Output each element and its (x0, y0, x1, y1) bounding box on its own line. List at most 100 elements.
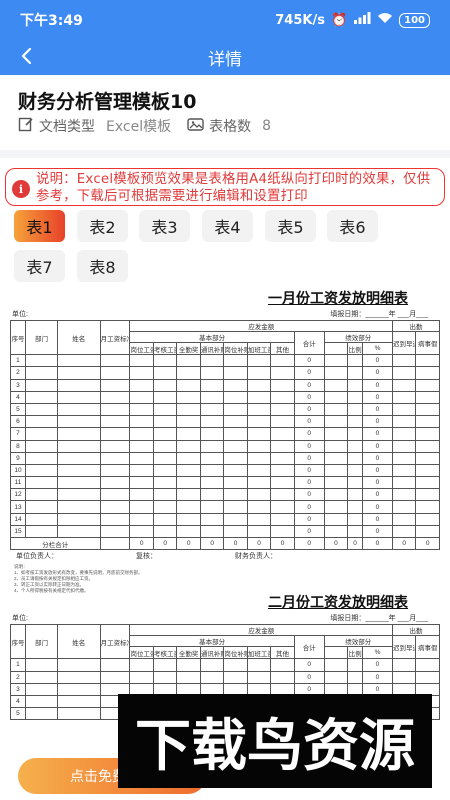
table-cell (415, 512, 440, 526)
table-cell (246, 512, 272, 526)
table-cell (129, 378, 154, 392)
table-cell: 0 (293, 427, 325, 441)
table-cell (347, 390, 364, 404)
page-title: 详情 (208, 50, 242, 70)
table-row: 13 0 0 (10, 500, 440, 514)
table-cell (129, 512, 154, 526)
table-cell (129, 476, 154, 490)
table-cell (176, 476, 201, 490)
row-number: 5 (10, 402, 26, 417)
table-cell (99, 476, 131, 490)
table-cell (246, 390, 272, 404)
table-cell (415, 415, 440, 429)
tab-sheet-7[interactable]: 表7 (14, 250, 65, 282)
sheet-preview[interactable]: 一月份工资发放明细表 单位: 填报日期：______年 ___月___ 序号 部门… (8, 288, 442, 750)
table-cell (347, 524, 364, 539)
table-cell (223, 439, 248, 453)
table-cell (323, 451, 349, 465)
table-cell (270, 500, 295, 514)
table-cell (199, 378, 225, 392)
table-cell (99, 415, 131, 429)
table-cell: 0 (293, 415, 325, 429)
table-cell (223, 366, 248, 380)
header-cell: 应发金额 (129, 624, 393, 637)
table-cell: 0 (362, 354, 393, 368)
table-cell (99, 427, 131, 441)
table-cell (323, 512, 349, 526)
table-cell (347, 366, 364, 380)
table-row: 14 0 0 (10, 512, 440, 526)
table-cell (347, 439, 364, 453)
tab-sheet-3[interactable]: 表3 (139, 210, 190, 242)
table-cell (246, 451, 272, 465)
tab-sheet-4[interactable]: 表4 (202, 210, 253, 242)
table-cell (24, 390, 58, 404)
subtotal-cell: 0 (223, 536, 248, 551)
header-cell: 迟到早退 (391, 635, 417, 660)
tab-sheet-5[interactable]: 表5 (265, 210, 316, 242)
subtotal-cell: 0 (347, 536, 364, 551)
table-cell (24, 670, 58, 684)
table-cell (347, 451, 364, 465)
table-cell (270, 512, 295, 526)
table-cell (415, 427, 440, 441)
section-divider (0, 150, 450, 158)
header-cell: 出勤 (391, 320, 441, 332)
table-cell: 0 (362, 366, 393, 380)
table-cell (176, 500, 201, 514)
table-cell (176, 451, 201, 465)
header-cell: 考核工资 (152, 341, 178, 356)
table-cell (323, 488, 349, 502)
table-cell (176, 378, 201, 392)
table-cell (24, 512, 58, 526)
header-cell: 迟到早退 (391, 330, 417, 356)
table-cell (323, 402, 349, 417)
table-cell (391, 354, 417, 368)
subtotal-cell: 0 (391, 536, 417, 551)
subtotal-cell (99, 536, 131, 551)
table-cell (270, 415, 295, 429)
table-cell (199, 512, 225, 526)
table-cell (56, 402, 101, 417)
subtotal-cell: 0 (246, 536, 272, 551)
table-cell (199, 451, 225, 465)
tab-sheet-6[interactable]: 表6 (327, 210, 378, 242)
header-cell: 部门 (24, 319, 58, 356)
header-cell: 通讯补贴 (199, 341, 225, 356)
table-cell: 0 (293, 488, 325, 502)
table-cell (223, 524, 248, 539)
table-cell (270, 402, 295, 417)
header-cell: 比例 (347, 341, 364, 356)
table-cell (391, 427, 417, 441)
table-cell: 0 (362, 670, 393, 684)
network-speed: 745K/s (275, 12, 325, 28)
header-cell: 其他 (270, 646, 295, 660)
sheet-count-value: 8 (262, 118, 272, 134)
header-cell: 序号 (10, 624, 26, 660)
table-cell (24, 682, 58, 696)
header-cell: 加班工资 (246, 341, 272, 356)
table-cell (152, 390, 178, 404)
wifi-icon (377, 12, 393, 28)
table-cell (24, 439, 58, 453)
alarm-icon: ⏰ (330, 12, 348, 28)
row-number: 5 (10, 707, 26, 721)
table-cell (270, 670, 295, 684)
table-cell (199, 658, 225, 672)
table-cell: 0 (362, 524, 393, 539)
tab-sheet-2[interactable]: 表2 (77, 210, 128, 242)
table-cell: 0 (293, 463, 325, 478)
row-number: 2 (10, 670, 26, 684)
back-arrow-icon[interactable] (12, 42, 40, 70)
table-cell: 0 (362, 658, 393, 672)
table-row: 8 0 0 (10, 439, 440, 453)
tab-sheet-8[interactable]: 表8 (77, 250, 128, 282)
table-cell (99, 488, 131, 502)
table-cell (391, 488, 417, 502)
table-cell (270, 488, 295, 502)
table-cell (199, 427, 225, 441)
table-cell (223, 463, 248, 478)
table-cell: 0 (362, 463, 393, 478)
tab-sheet-1[interactable]: 表1 (14, 210, 65, 242)
table-cell (270, 354, 295, 368)
